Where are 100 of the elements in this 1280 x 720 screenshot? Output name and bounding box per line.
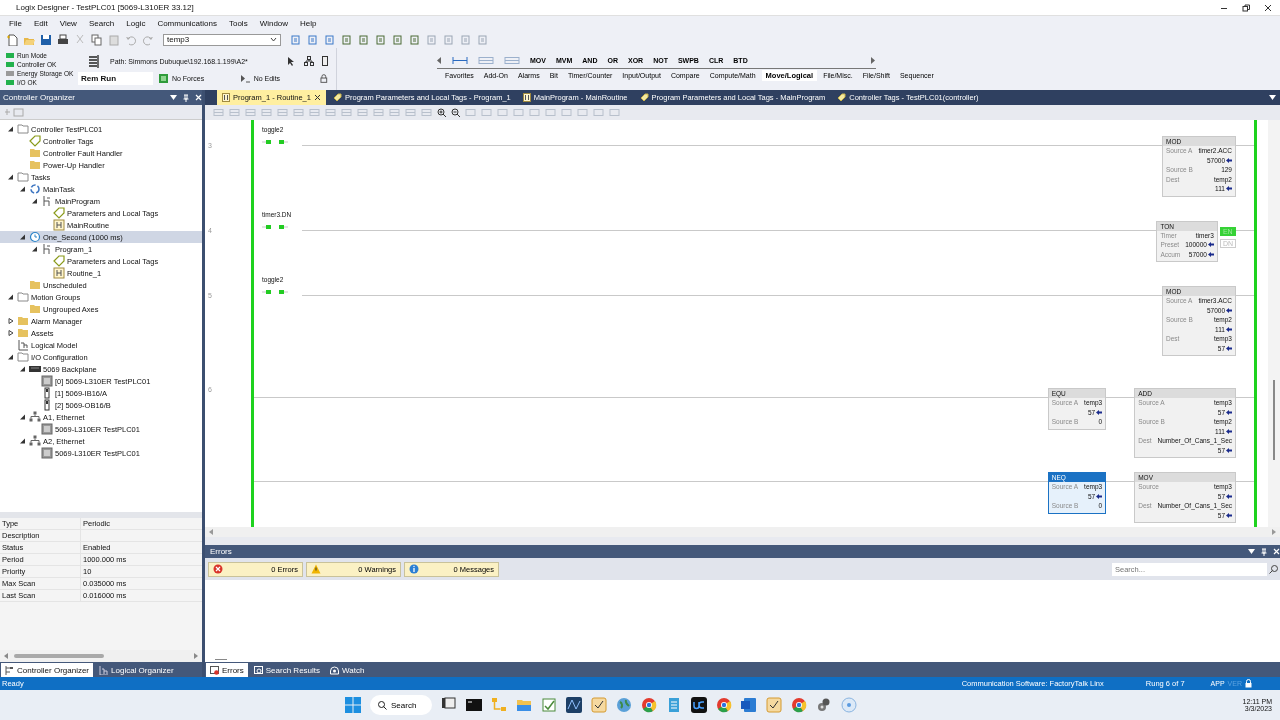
rung-wire: [1236, 229, 1254, 231]
expanded-arrow-icon[interactable]: [19, 234, 26, 240]
scroll-left-icon[interactable]: [437, 56, 442, 64]
expanded-arrow-icon[interactable]: [31, 246, 38, 252]
menu-item[interactable]: Logic: [126, 19, 146, 28]
chrome-icon[interactable]: [716, 697, 732, 713]
rung-wire: [1236, 397, 1254, 398]
pin-icon[interactable]: [183, 93, 189, 102]
checkbox-app-icon[interactable]: [766, 697, 782, 713]
panel-tab[interactable]: Logical Organizer: [95, 663, 178, 677]
menu-item[interactable]: Help: [300, 19, 317, 28]
expanded-arrow-icon[interactable]: [19, 186, 26, 192]
taskbar-search[interactable]: Search: [370, 695, 432, 715]
expanded-arrow-icon[interactable]: [31, 198, 38, 204]
waveform-icon[interactable]: [566, 697, 582, 713]
rung-wire: [1106, 481, 1135, 482]
undo-icon[interactable]: [125, 33, 137, 46]
menu-item[interactable]: Window: [259, 19, 289, 28]
disc-icon[interactable]: [841, 697, 857, 713]
forces-icon: [158, 74, 168, 83]
close-icon[interactable]: [1264, 3, 1272, 12]
print-icon[interactable]: [57, 33, 69, 46]
panel-tab[interactable]: Search Results: [249, 663, 325, 677]
paste-icon[interactable]: [108, 33, 120, 46]
tab-list-icon[interactable]: [1269, 95, 1276, 100]
scroll-right-icon[interactable]: [194, 653, 198, 659]
module-icon: [41, 447, 53, 459]
menu-item[interactable]: File: [9, 19, 22, 28]
branch-icon[interactable]: [478, 55, 494, 65]
expanded-arrow-icon[interactable]: [19, 414, 26, 420]
windows-start-icon[interactable]: [345, 697, 361, 713]
folder-icon: [17, 351, 29, 363]
view-options-icon[interactable]: [4, 107, 24, 117]
dropdown-icon[interactable]: [1248, 549, 1255, 554]
folder-icon: [17, 315, 29, 327]
panel-tab[interactable]: Controller Organizer: [1, 663, 94, 677]
gears-icon[interactable]: [816, 697, 832, 713]
menu-item[interactable]: Search: [88, 19, 115, 28]
zoom-in-icon[interactable]: [437, 108, 446, 117]
controller-mode: Rem Run: [78, 72, 153, 85]
redo-icon[interactable]: [142, 33, 154, 46]
controller-icon[interactable]: [322, 56, 328, 66]
value-arrow-icon: [1226, 307, 1232, 313]
scroll-left-icon[interactable]: [4, 653, 8, 659]
menu-item[interactable]: Tools: [228, 19, 248, 28]
scrollbar-thumb[interactable]: [14, 654, 104, 658]
folder-icon[interactable]: [516, 697, 532, 713]
collapsed-arrow-icon[interactable]: [7, 318, 14, 324]
cut-icon[interactable]: [74, 33, 86, 46]
value-arrow-icon: [1226, 512, 1232, 518]
rung-icon[interactable]: [452, 55, 468, 65]
pin-icon[interactable]: [1261, 547, 1267, 556]
chrome-icon[interactable]: [791, 697, 807, 713]
restore-icon[interactable]: [1242, 3, 1250, 12]
tag-icon: [837, 93, 847, 102]
collapsed-arrow-icon[interactable]: [7, 330, 14, 336]
card-icon: [41, 387, 53, 399]
ladder-icon: [522, 93, 531, 102]
dropdown-icon[interactable]: [170, 95, 177, 100]
branch-level-icon[interactable]: [504, 55, 520, 65]
close-icon[interactable]: [313, 94, 321, 101]
menu-item[interactable]: Communications: [157, 19, 217, 28]
panel-tab[interactable]: Watch: [326, 663, 369, 677]
pointer-icon[interactable]: [287, 56, 296, 66]
ladder-icon: [53, 219, 65, 231]
expanded-arrow-icon[interactable]: [19, 438, 26, 444]
expanded-arrow-icon[interactable]: [7, 294, 14, 300]
expanded-arrow-icon[interactable]: [7, 354, 14, 360]
scrollbar-thumb[interactable]: [1273, 380, 1275, 460]
menu-item[interactable]: Edit: [33, 19, 48, 28]
scroll-right-icon[interactable]: [1272, 529, 1276, 535]
network-icon: [29, 435, 41, 447]
tag-search-combo[interactable]: temp3: [163, 33, 281, 46]
checklist-icon[interactable]: [541, 697, 557, 713]
checkbox-app-icon[interactable]: [591, 697, 607, 713]
terminal-icon[interactable]: [466, 697, 482, 713]
chrome-icon[interactable]: [641, 697, 657, 713]
scroll-left-icon[interactable]: [209, 529, 213, 535]
save-icon[interactable]: [40, 33, 52, 46]
word-icon[interactable]: [741, 697, 757, 713]
globe-icon[interactable]: [616, 697, 632, 713]
notepad-icon[interactable]: [666, 697, 682, 713]
zoom-out-icon[interactable]: [451, 108, 460, 117]
expanded-arrow-icon[interactable]: [7, 126, 14, 132]
rung-wire: [1236, 295, 1254, 296]
module-icon: [41, 375, 53, 387]
clock-icon: [29, 231, 41, 243]
value-arrow-icon: [1226, 345, 1232, 351]
copy-icon[interactable]: [91, 33, 103, 46]
new-file-icon[interactable]: [6, 33, 18, 46]
scroll-right-icon[interactable]: [871, 56, 876, 64]
flowchart-icon[interactable]: [491, 697, 507, 713]
video-app-icon[interactable]: [691, 697, 707, 713]
folder-icon: [17, 171, 29, 183]
network-icon[interactable]: [304, 56, 314, 66]
menu-item[interactable]: View: [59, 19, 77, 28]
expanded-arrow-icon[interactable]: [7, 174, 14, 180]
panel-tab[interactable]: Errors: [206, 663, 248, 677]
rung-wire: [1236, 481, 1254, 482]
expanded-arrow-icon[interactable]: [19, 366, 26, 372]
